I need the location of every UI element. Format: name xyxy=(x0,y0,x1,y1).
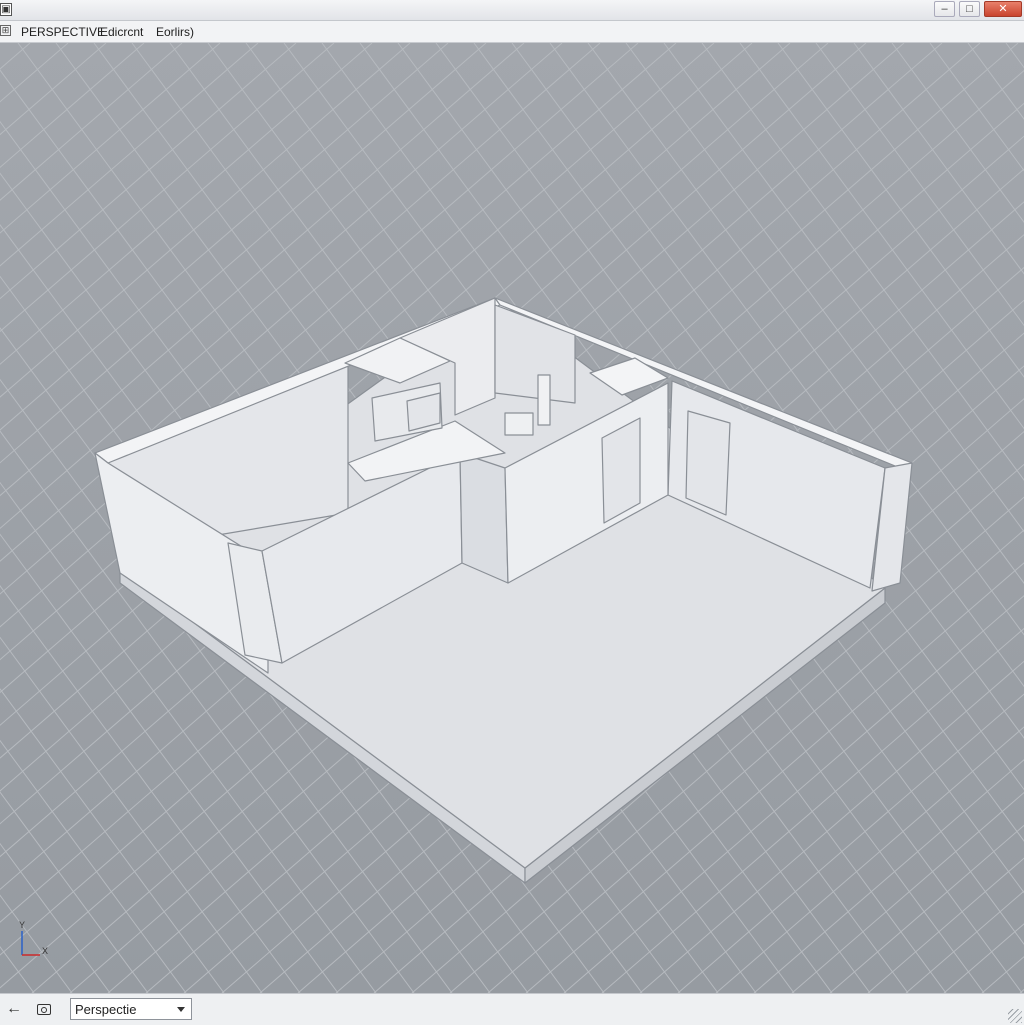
title-bar: ▣ ‒ □ ✕ xyxy=(0,0,1024,21)
menu-options[interactable]: Eorlirs) xyxy=(156,25,194,39)
door-right[interactable] xyxy=(685,410,731,516)
app-icon[interactable]: ▣ xyxy=(0,3,12,16)
resize-grip-icon[interactable] xyxy=(1008,1009,1022,1023)
fixture-column xyxy=(537,374,551,426)
view-mode-value: Perspectie xyxy=(75,1002,137,1017)
viewport-toolbar: ⊞ PERSPECTIVE Edicrcnt Eorlirs) xyxy=(0,21,1024,43)
status-bar: ← Perspectie xyxy=(0,993,1024,1025)
partition-right-face xyxy=(459,452,509,584)
menu-edit[interactable]: Edicrcnt xyxy=(100,25,143,39)
maximize-button[interactable]: □ xyxy=(959,1,980,17)
fixture-sink xyxy=(504,412,534,436)
viewport-canvas xyxy=(0,42,1024,994)
camera-icon[interactable] xyxy=(37,1004,51,1015)
perspective-viewport[interactable]: Y X xyxy=(0,42,1024,994)
axis-y-label: Y xyxy=(19,920,26,930)
back-arrow-icon[interactable]: ← xyxy=(6,1000,22,1018)
view-name-label[interactable]: PERSPECTIVE xyxy=(21,25,105,39)
axis-x-label: X xyxy=(42,946,49,956)
close-button[interactable]: ✕ xyxy=(984,1,1022,17)
viewport-grid-icon[interactable]: ⊞ xyxy=(0,25,11,36)
chevron-down-icon xyxy=(177,1007,185,1012)
view-mode-select[interactable]: Perspectie xyxy=(70,998,192,1020)
minimize-button[interactable]: ‒ xyxy=(934,1,955,17)
